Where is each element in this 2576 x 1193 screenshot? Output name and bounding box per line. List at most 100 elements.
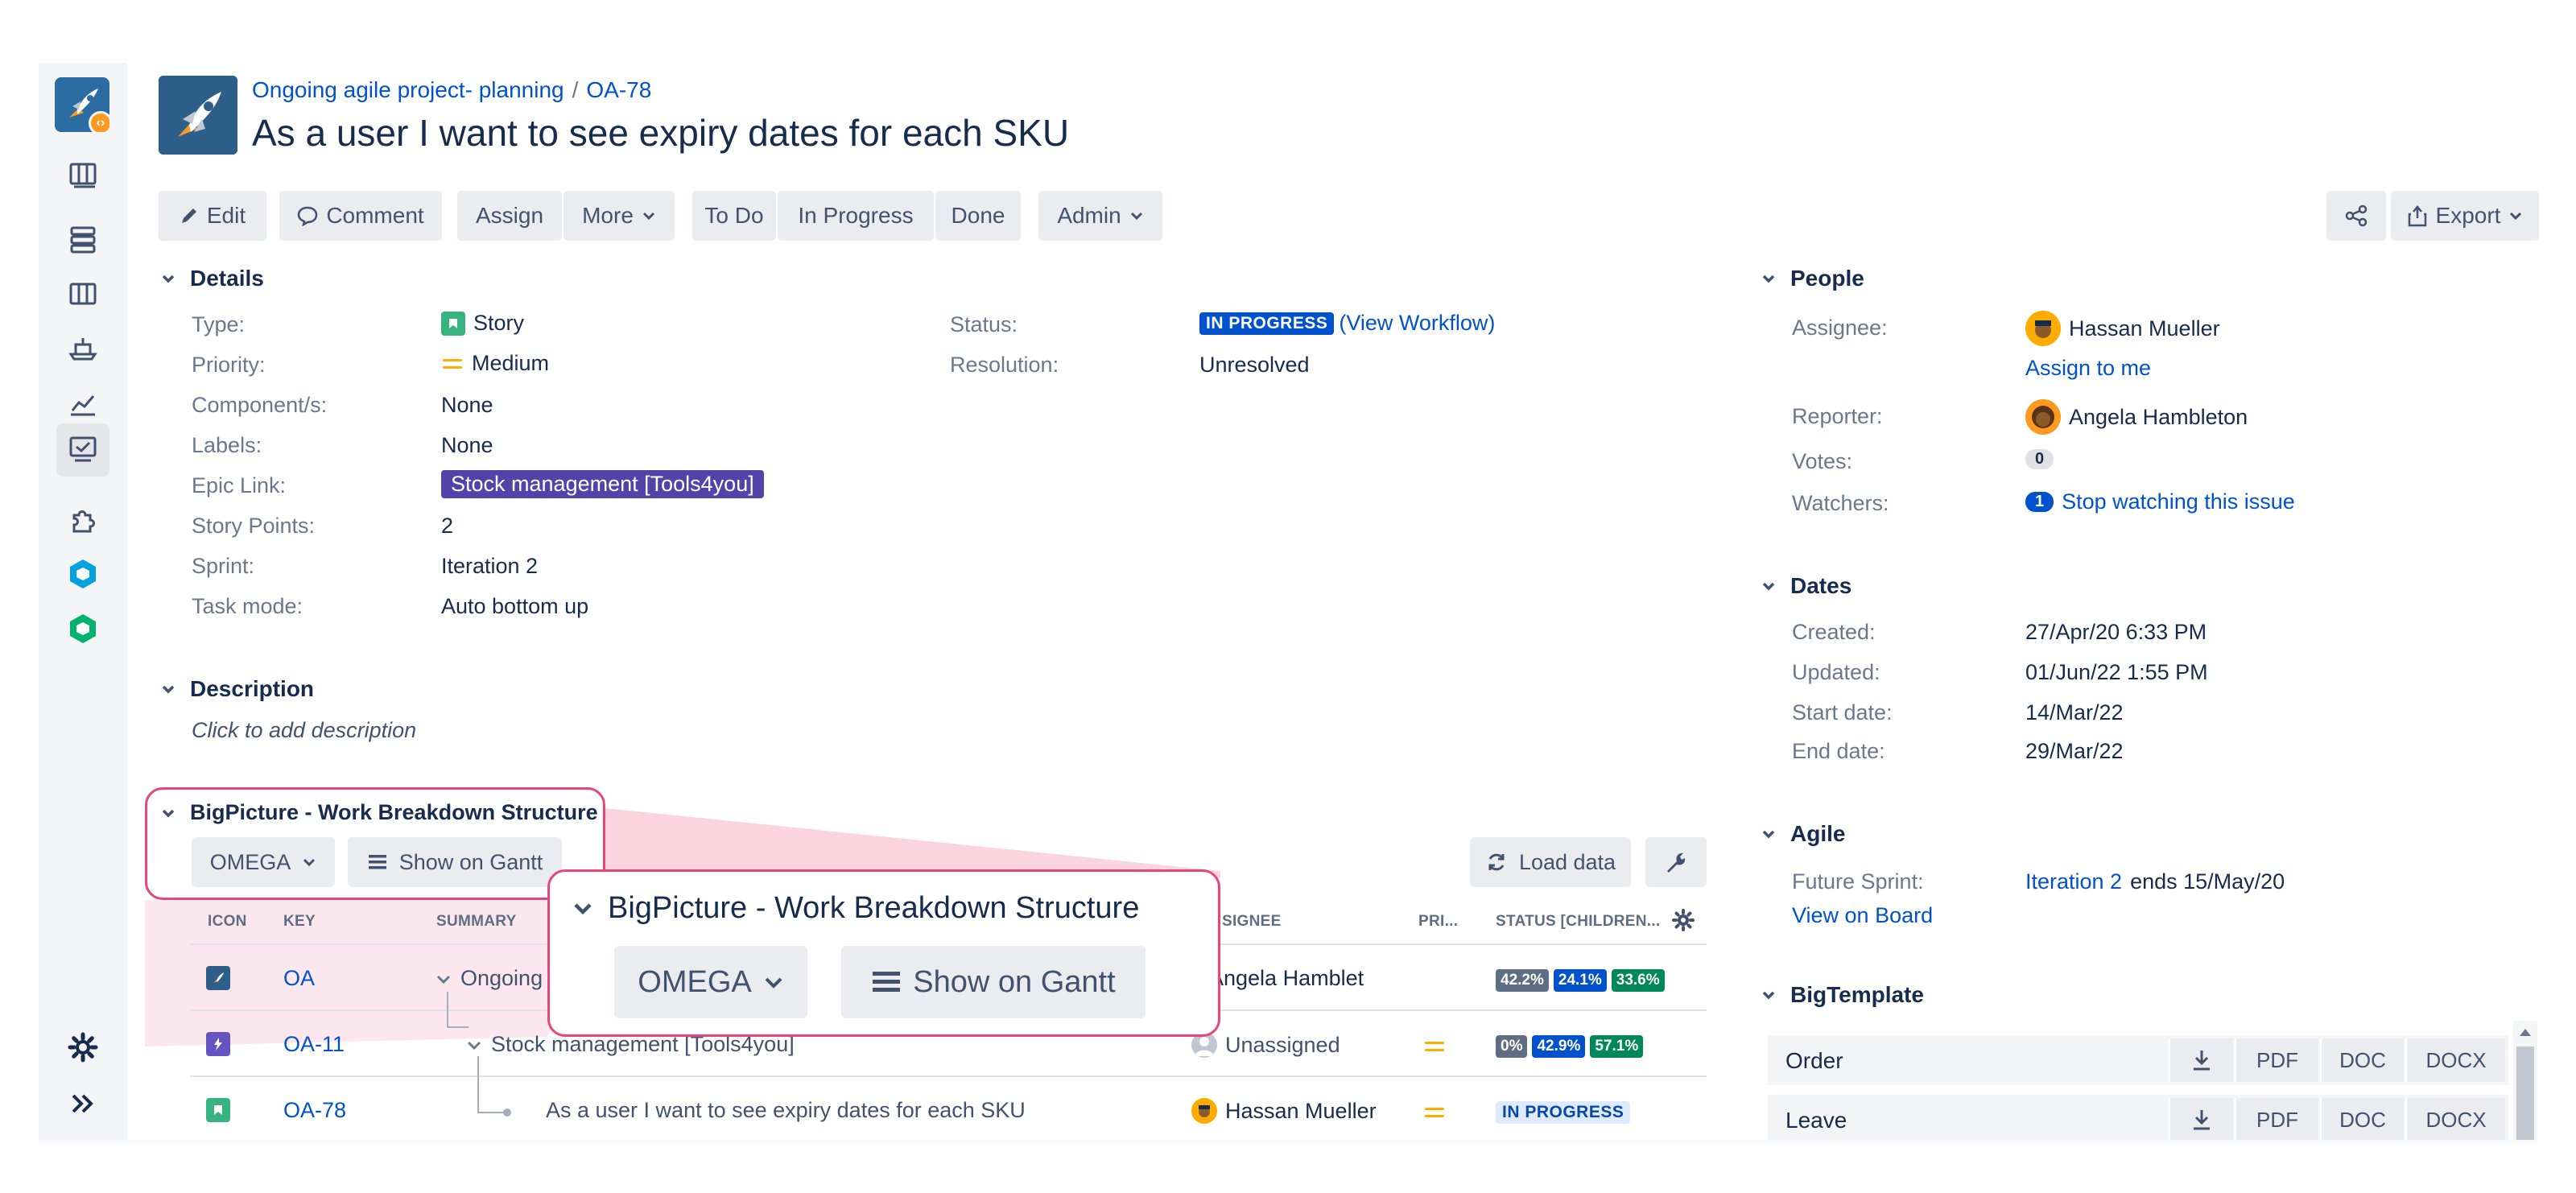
template-pdf-button[interactable]: PDF — [2235, 1038, 2318, 1082]
template-docx-button[interactable]: DOCX — [2405, 1098, 2505, 1141]
template-doc-button[interactable]: DOC — [2320, 1098, 2404, 1141]
people-heading: People — [1790, 266, 1864, 291]
stop-watching-link[interactable]: Stop watching this issue — [2062, 489, 2295, 514]
chevron-down-icon — [1760, 577, 1777, 595]
assign-to-me-link[interactable]: Assign to me — [2025, 356, 2151, 381]
scrollbar-thumb[interactable] — [2516, 1046, 2534, 1141]
column-settings-gear-icon[interactable] — [1671, 908, 1695, 932]
chevron-down-icon — [467, 1041, 481, 1050]
refresh-icon — [1488, 853, 1505, 871]
watchers-label: Watchers: — [1792, 491, 1889, 515]
hassan-mueller-avatar — [1191, 1098, 1217, 1124]
reporter-label: Reporter: — [1792, 404, 1883, 428]
pct-inprogress: 24.1% — [1553, 969, 1607, 992]
project-rocket-icon — [206, 966, 230, 990]
template-docx-button[interactable]: DOCX — [2405, 1038, 2505, 1082]
download-icon — [2194, 1051, 2210, 1071]
assignee-label: Assignee: — [1792, 316, 1888, 340]
bigtemplate-heading: BigTemplate — [1790, 982, 1924, 1007]
row-oa-status-progress: 42.2% 24.1% 33.6% — [1496, 969, 1665, 992]
zoom-callout-panel: BigPicture - Work Breakdown Structure OM… — [547, 869, 1220, 1037]
template-doc-button[interactable]: DOC — [2320, 1038, 2404, 1082]
col-status-header: STATUS [CHILDREN... — [1496, 913, 1661, 930]
row-oa78-status: IN PROGRESS — [1496, 1101, 1631, 1124]
chevron-down-icon — [571, 897, 595, 921]
zoom-structure-dropdown[interactable]: OMEGA — [614, 946, 807, 1018]
pct-done: 57.1% — [1590, 1035, 1644, 1058]
row-oa78-icon — [206, 1098, 230, 1122]
agile-section-toggle[interactable]: Agile — [1760, 821, 1845, 847]
row-oa-icon — [206, 966, 230, 990]
zoom-wbs-heading: BigPicture - Work Breakdown Structure — [571, 891, 1139, 926]
people-section-toggle[interactable]: People — [1760, 266, 1864, 291]
col-priority-header: PRI... — [1418, 913, 1459, 930]
bigtemplate-scrollbar[interactable] — [2513, 1021, 2537, 1141]
template-pdf-button[interactable]: PDF — [2235, 1098, 2318, 1141]
tree-connector-line — [447, 992, 469, 1028]
row-oa-assignee[interactable]: Angela Hamblet — [1209, 966, 1364, 991]
medium-priority-icon — [1425, 1042, 1444, 1051]
template-download-button[interactable] — [2169, 1098, 2233, 1141]
col-assignee-header-partial: SIGNEE — [1222, 913, 1282, 930]
zoom-show-gantt-button[interactable]: Show on Gantt — [841, 946, 1146, 1018]
view-on-board-link[interactable]: View on Board — [1792, 903, 1933, 928]
highlight-frame — [145, 787, 605, 900]
story-icon — [206, 1098, 230, 1122]
sprint-link[interactable]: Iteration 2 — [2025, 869, 2122, 894]
agile-heading: Agile — [1790, 821, 1846, 846]
template-download-button[interactable] — [2169, 1038, 2233, 1082]
gantt-lines-icon — [873, 972, 901, 992]
chevron-down-icon — [765, 977, 782, 989]
template-row-order: Order PDF DOC DOCX — [1768, 1035, 2508, 1085]
pct-inprogress: 42.9% — [1532, 1035, 1586, 1058]
start-date-label: Start date: — [1792, 700, 1893, 724]
row-oa-key[interactable]: OA — [283, 966, 315, 991]
template-row-leave: Leave PDF DOC DOCX — [1768, 1095, 2508, 1145]
row-divider — [190, 1075, 1707, 1077]
dates-section-toggle[interactable]: Dates — [1760, 573, 1852, 599]
assignee-value[interactable]: Hassan Mueller — [2025, 311, 2220, 346]
row-oa78-assignee-text: Hassan Mueller — [1225, 1098, 1377, 1123]
sprint-end-text: ends 15/May/20 — [2130, 869, 2285, 894]
zoom-wbs-heading-text: BigPicture - Work Breakdown Structure — [608, 891, 1140, 925]
template-name: Leave — [1785, 1108, 1847, 1133]
chevron-down-icon — [436, 975, 451, 984]
col-summary-header: SUMMARY — [436, 913, 517, 930]
votes-label: Votes: — [1792, 449, 1853, 473]
viewport-bottom-edge — [39, 1140, 2537, 1146]
epic-lightning-icon — [206, 1032, 230, 1056]
row-oa11-key[interactable]: OA-11 — [283, 1032, 345, 1057]
votes-count-badge: 0 — [2025, 449, 2054, 469]
bigtemplate-section-toggle[interactable]: BigTemplate — [1760, 982, 1924, 1008]
start-date-value[interactable]: 14/Mar/22 — [2025, 700, 2124, 725]
future-sprint-value: Iteration 2 ends 15/May/20 — [2025, 869, 2285, 894]
votes-value[interactable]: 0 — [2025, 449, 2054, 469]
reporter-name: Angela Hambleton — [2069, 404, 2248, 429]
load-data-label: Load data — [1518, 849, 1616, 874]
watchers-count-badge: 1 — [2025, 492, 2054, 512]
status-lozenge[interactable]: IN PROGRESS — [1496, 1101, 1631, 1124]
col-icon-header: ICON — [208, 913, 247, 930]
template-name: Order — [1785, 1048, 1843, 1073]
angela-hambleton-avatar — [2025, 399, 2061, 435]
zoom-dropdown-value: OMEGA — [638, 964, 752, 999]
chevron-down-icon — [1760, 270, 1777, 287]
medium-priority-icon — [1425, 1108, 1444, 1117]
chevron-down-icon — [1760, 825, 1777, 843]
zoom-show-gantt-label: Show on Gantt — [913, 964, 1116, 999]
end-date-value[interactable]: 29/Mar/22 — [2025, 739, 2124, 764]
row-oa78-assignee[interactable]: Hassan Mueller — [1191, 1098, 1377, 1124]
tree-connector-line — [477, 1056, 511, 1117]
load-data-button[interactable]: Load data — [1470, 837, 1631, 887]
created-value: 27/Apr/20 6:33 PM — [2025, 620, 2207, 644]
updated-label: Updated: — [1792, 660, 1880, 684]
row-oa11-assignee[interactable]: Unassigned — [1191, 1032, 1340, 1058]
scroll-up-arrow-icon[interactable] — [2519, 1027, 2532, 1037]
watchers-value[interactable]: 1 Stop watching this issue — [2025, 489, 2295, 514]
chevron-down-icon — [1760, 986, 1777, 1004]
row-oa78-summary[interactable]: As a user I want to see expiry dates for… — [546, 1098, 1026, 1123]
assignee-name: Hassan Mueller — [2069, 316, 2220, 341]
wbs-settings-wrench-button[interactable] — [1645, 837, 1707, 887]
reporter-value[interactable]: Angela Hambleton — [2025, 399, 2248, 435]
row-oa78-key[interactable]: OA-78 — [283, 1098, 346, 1123]
